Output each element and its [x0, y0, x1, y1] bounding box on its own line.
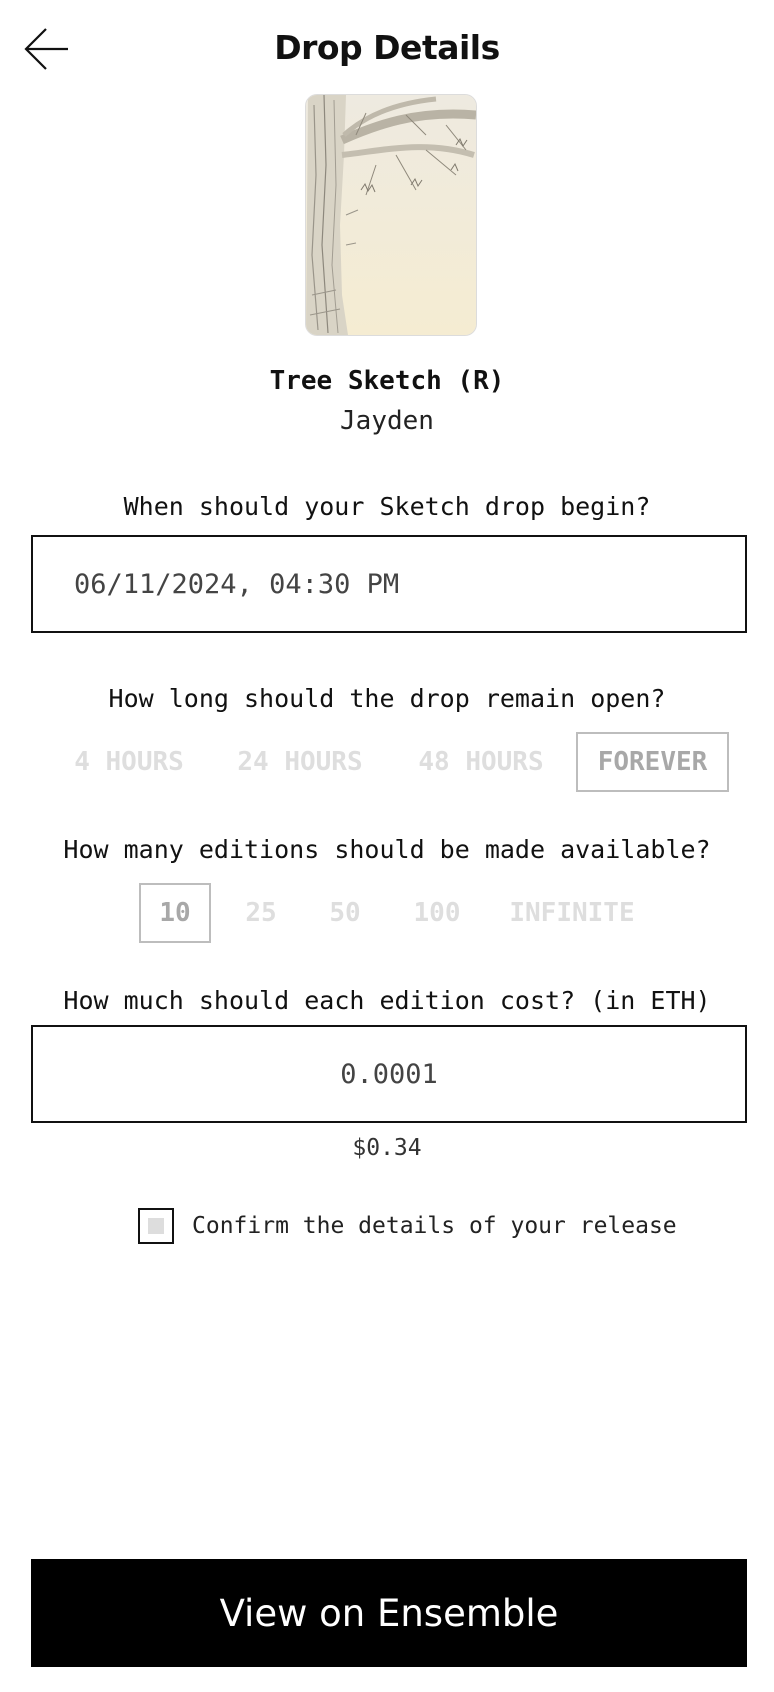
price-question: How much should each edition cost? (in E… [63, 986, 711, 1015]
artwork-artist: Jayden [340, 406, 434, 436]
duration-option-48-hours[interactable]: 48 HOURS [409, 732, 553, 792]
start-datetime-input[interactable]: 06/11/2024, 04:30 PM [31, 535, 747, 633]
artwork-title: Tree Sketch (R) [269, 366, 505, 396]
view-on-ensemble-button[interactable]: View on Ensemble [31, 1559, 747, 1667]
header: Drop Details [0, 0, 774, 100]
duration-option-4-hours[interactable]: 4 HOURS [64, 732, 194, 792]
duration-question: How long should the drop remain open? [108, 684, 666, 713]
price-usd-conversion: $0.34 [352, 1135, 422, 1161]
checkbox-fill [148, 1218, 164, 1234]
edition-option-25[interactable]: 25 [236, 883, 286, 943]
price-input[interactable]: 0.0001 [31, 1025, 747, 1123]
page-title: Drop Details [274, 28, 500, 67]
edition-option-infinite[interactable]: INFINITE [507, 883, 637, 943]
duration-options: 4 HOURS 24 HOURS 48 HOURS FOREVER [0, 732, 774, 792]
edition-option-100[interactable]: 100 [402, 883, 472, 943]
start-question: When should your Sketch drop begin? [123, 492, 651, 521]
confirm-label: Confirm the details of your release [192, 1213, 677, 1239]
duration-option-24-hours[interactable]: 24 HOURS [228, 732, 372, 792]
edition-option-50[interactable]: 50 [320, 883, 370, 943]
editions-question: How many editions should be made availab… [63, 835, 711, 864]
edition-options: 10 25 50 100 INFINITE [0, 883, 774, 943]
artwork-image [305, 94, 477, 336]
edition-option-10[interactable]: 10 [139, 883, 211, 943]
duration-option-forever[interactable]: FOREVER [576, 732, 729, 792]
confirm-checkbox[interactable] [138, 1208, 174, 1244]
confirm-row: Confirm the details of your release [138, 1207, 677, 1245]
